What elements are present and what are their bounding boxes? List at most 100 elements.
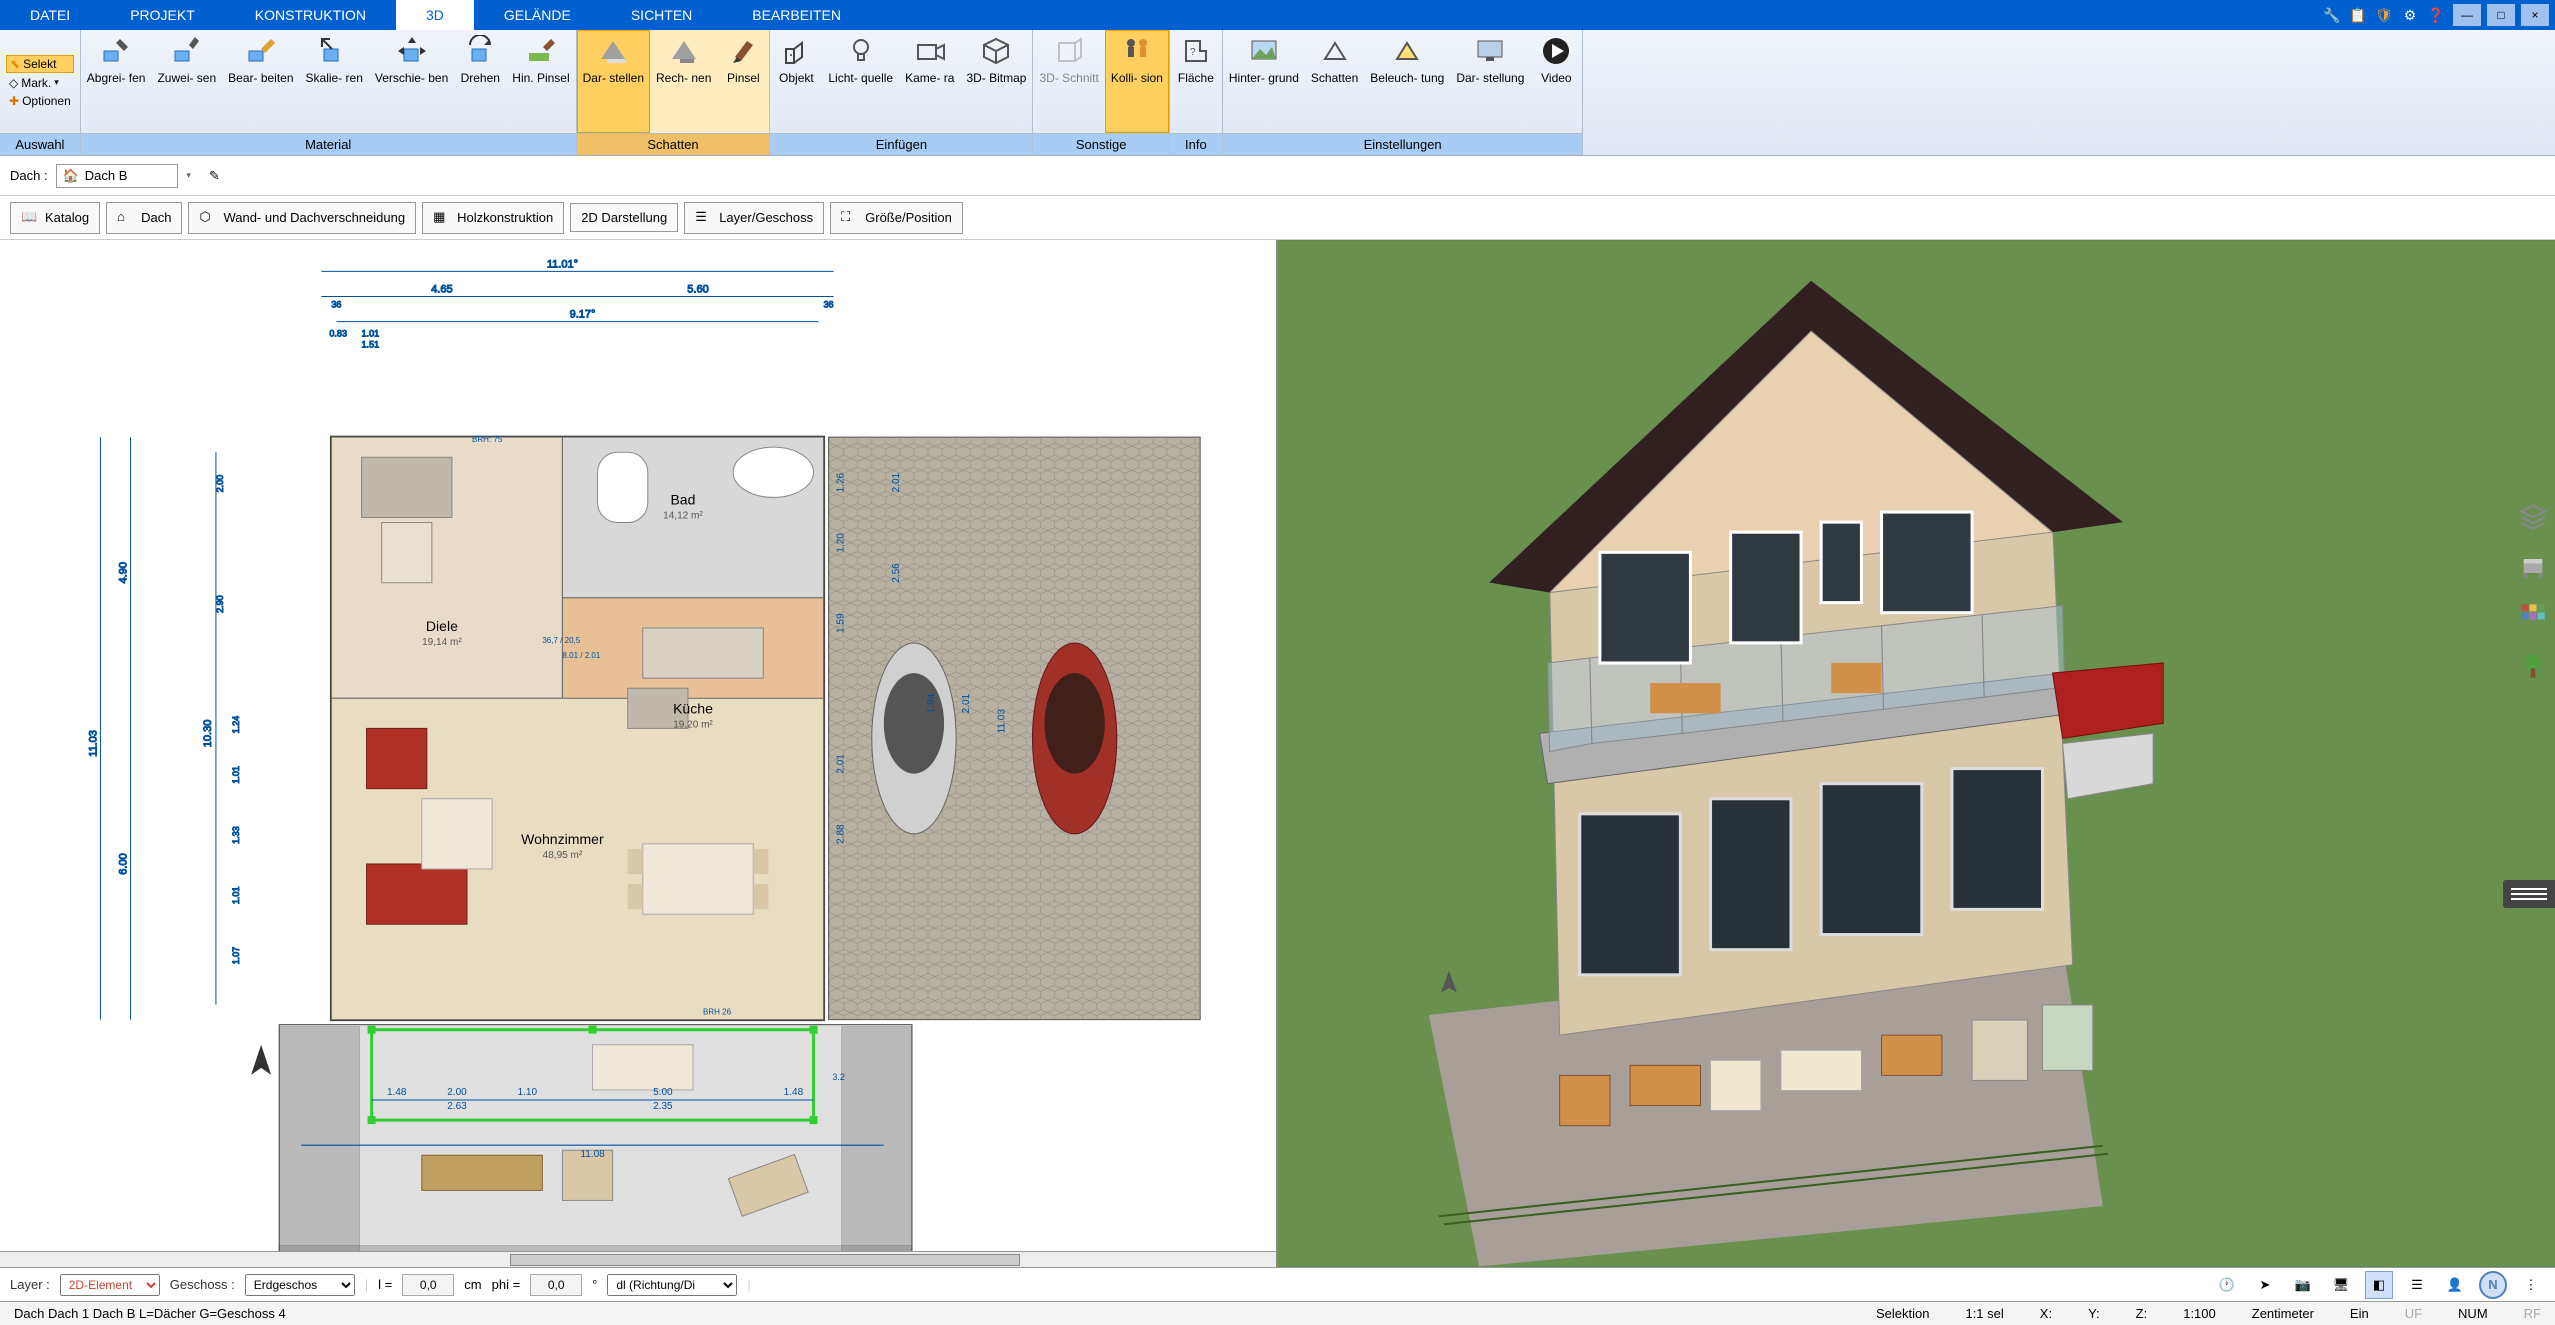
menu-projekt[interactable]: PROJEKT bbox=[100, 0, 225, 30]
layer-select[interactable]: 2D-Element bbox=[60, 1274, 160, 1296]
person-icon[interactable]: 👤 bbox=[2441, 1271, 2469, 1299]
beleuchtung-button[interactable]: Beleuch- tung bbox=[1364, 30, 1450, 133]
tool-icon-shield[interactable]: 🛡 bbox=[2373, 4, 2395, 26]
layer-geschoss-button[interactable]: ☰Layer/Geschoss bbox=[684, 202, 824, 234]
cursor-icon[interactable]: ➤ bbox=[2251, 1271, 2279, 1299]
dach-dropdown[interactable]: 🏠 Dach B bbox=[56, 164, 179, 188]
group-label-sonstige: Sonstige bbox=[1033, 133, 1168, 155]
status-x: X: bbox=[2034, 1306, 2058, 1321]
video-button[interactable]: Video bbox=[1530, 30, 1582, 133]
n-icon[interactable]: N bbox=[2479, 1271, 2507, 1299]
main-menu-bar: DATEI PROJEKT KONSTRUKTION 3D GELÄNDE SI… bbox=[0, 0, 2555, 30]
menu-bearbeiten[interactable]: BEARBEITEN bbox=[722, 0, 871, 30]
svg-text:Wohnzimmer: Wohnzimmer bbox=[521, 831, 604, 847]
svg-text:Diele: Diele bbox=[426, 618, 458, 634]
status-rf: RF bbox=[2518, 1306, 2547, 1321]
ribbon-group-schatten: Dar- stellen Rech- nen Pinsel Schatten bbox=[577, 30, 771, 155]
menu-gelaende[interactable]: GELÄNDE bbox=[474, 0, 601, 30]
menu-sichten[interactable]: SICHTEN bbox=[601, 0, 722, 30]
geschoss-select[interactable]: Erdgeschos bbox=[245, 1274, 355, 1296]
abgreifen-button[interactable]: Abgrei- fen bbox=[81, 30, 152, 133]
phi-input[interactable] bbox=[530, 1274, 582, 1296]
furniture-icon[interactable] bbox=[2517, 550, 2549, 582]
svg-text:1.20: 1.20 bbox=[836, 533, 847, 553]
schatten-button[interactable]: Schatten bbox=[1305, 30, 1364, 133]
skalieren-button[interactable]: Skalie- ren bbox=[300, 30, 369, 133]
phi-label: phi = bbox=[492, 1277, 521, 1292]
layers-panel-icon[interactable] bbox=[2517, 500, 2549, 532]
camera-icon[interactable]: 📷 bbox=[2289, 1271, 2317, 1299]
layers3-icon[interactable]: ☰ bbox=[2403, 1271, 2431, 1299]
svg-text:1.33: 1.33 bbox=[231, 826, 241, 844]
help-icon[interactable]: ❓ bbox=[2425, 4, 2447, 26]
kamera-button[interactable]: Kame- ra bbox=[899, 30, 960, 133]
ribbon-group-einstellungen: Hinter- grund Schatten Beleuch- tung Dar… bbox=[1223, 30, 1584, 155]
dl-select[interactable]: dl (Richtung/Di bbox=[607, 1274, 737, 1296]
mark-button[interactable]: ◇Mark.▾ bbox=[6, 75, 74, 91]
view-3d[interactable] bbox=[1278, 240, 2555, 1267]
tool-icon-settings[interactable]: ⚙ bbox=[2399, 4, 2421, 26]
menu-icon[interactable]: ⋮ bbox=[2517, 1271, 2545, 1299]
menu-konstruktion[interactable]: KONSTRUKTION bbox=[225, 0, 396, 30]
darstellung-button[interactable]: Dar- stellung bbox=[1450, 30, 1530, 133]
svg-text:14,12 m²: 14,12 m² bbox=[663, 510, 703, 521]
close-button[interactable]: × bbox=[2521, 4, 2549, 26]
cube-icon[interactable]: ◧ bbox=[2365, 1271, 2393, 1299]
l-input[interactable] bbox=[402, 1274, 454, 1296]
hintergrund-button[interactable]: Hinter- grund bbox=[1223, 30, 1305, 133]
holz-button[interactable]: ▦Holzkonstruktion bbox=[422, 202, 564, 234]
pinsel-button[interactable]: Pinsel bbox=[717, 30, 769, 133]
view-2d[interactable]: 11.01° 4.65 5.60 36 36 9.17° 0.83 1.01 1… bbox=[0, 240, 1278, 1267]
tool-icon-wrench[interactable]: 🔧 bbox=[2321, 4, 2343, 26]
svg-text:2.90: 2.90 bbox=[215, 595, 225, 613]
svg-text:11.01°: 11.01° bbox=[547, 258, 578, 270]
selekt-button[interactable]: ⬉Selekt bbox=[6, 55, 74, 73]
scrollbar-2d[interactable] bbox=[0, 1251, 1276, 1267]
edit-pencil-icon[interactable]: ✎ bbox=[209, 168, 220, 184]
house-3d-canvas[interactable] bbox=[1278, 240, 2555, 1267]
katalog-button[interactable]: 📖Katalog bbox=[10, 202, 100, 234]
tree-icon[interactable] bbox=[2517, 650, 2549, 682]
minimize-button[interactable]: — bbox=[2453, 4, 2481, 26]
svg-text:0.83: 0.83 bbox=[329, 329, 347, 339]
hin-pinsel-button[interactable]: Hin. Pinsel bbox=[506, 30, 575, 133]
group-label-einfuegen: Einfügen bbox=[770, 133, 1032, 155]
ribbon-group-sonstige: 3D- Schnitt Kolli- sion Sonstige bbox=[1033, 30, 1169, 155]
svg-text:6.00: 6.00 bbox=[118, 853, 130, 874]
right-panel-handle[interactable] bbox=[2503, 880, 2555, 908]
tool-icon-clipboard[interactable]: 📋 bbox=[2347, 4, 2369, 26]
kollision-button[interactable]: Kolli- sion bbox=[1105, 30, 1169, 133]
dropdown-arrow[interactable]: ▾ bbox=[186, 170, 191, 181]
svg-text:2.35: 2.35 bbox=[653, 1101, 673, 1112]
svg-text:3.2: 3.2 bbox=[832, 1072, 845, 1082]
dach-button[interactable]: ⌂Dach bbox=[106, 202, 182, 234]
3d-bitmap-button[interactable]: 3D- Bitmap bbox=[960, 30, 1032, 133]
flaeche-button[interactable]: ?Fläche bbox=[1170, 30, 1222, 133]
optionen-button[interactable]: ✚Optionen bbox=[6, 93, 74, 109]
darstellen-button[interactable]: Dar- stellen bbox=[577, 30, 650, 133]
menu-datei[interactable]: DATEI bbox=[0, 0, 100, 30]
menu-3d[interactable]: 3D bbox=[396, 0, 474, 30]
groesse-position-button[interactable]: ⛶Größe/Position bbox=[830, 202, 963, 234]
color-palette-icon[interactable] bbox=[2517, 600, 2549, 632]
book-icon: 📖 bbox=[21, 209, 39, 227]
wand-dach-button[interactable]: ⬡Wand- und Dachverschneidung bbox=[188, 202, 416, 234]
floorplan-canvas[interactable]: 11.01° 4.65 5.60 36 36 9.17° 0.83 1.01 1… bbox=[0, 240, 1276, 1267]
drehen-button[interactable]: Drehen bbox=[454, 30, 506, 133]
zuweisen-button[interactable]: Zuwei- sen bbox=[151, 30, 222, 133]
group-label-material: Material bbox=[81, 133, 576, 155]
monitor-icon[interactable]: 🖥 bbox=[2327, 1271, 2355, 1299]
svg-text:1.01: 1.01 bbox=[231, 887, 241, 905]
ribbon: ⬉Selekt ◇Mark.▾ ✚Optionen Auswahl Abgrei… bbox=[0, 30, 2555, 156]
3d-schnitt-button: 3D- Schnitt bbox=[1033, 30, 1104, 133]
maximize-button[interactable]: □ bbox=[2487, 4, 2515, 26]
objekt-button[interactable]: Objekt bbox=[770, 30, 822, 133]
2d-darstellung-button[interactable]: 2D Darstellung bbox=[570, 203, 678, 232]
ribbon-group-auswahl: ⬉Selekt ◇Mark.▾ ✚Optionen Auswahl bbox=[0, 30, 81, 155]
clock-icon[interactable]: 🕐 bbox=[2213, 1271, 2241, 1299]
verschieben-button[interactable]: Verschie- ben bbox=[369, 30, 454, 133]
bearbeiten-button[interactable]: Bear- beiten bbox=[222, 30, 299, 133]
lichtquelle-button[interactable]: Licht- quelle bbox=[822, 30, 899, 133]
svg-text:11.03: 11.03 bbox=[996, 709, 1007, 734]
rechnen-button[interactable]: Rech- nen bbox=[650, 30, 717, 133]
